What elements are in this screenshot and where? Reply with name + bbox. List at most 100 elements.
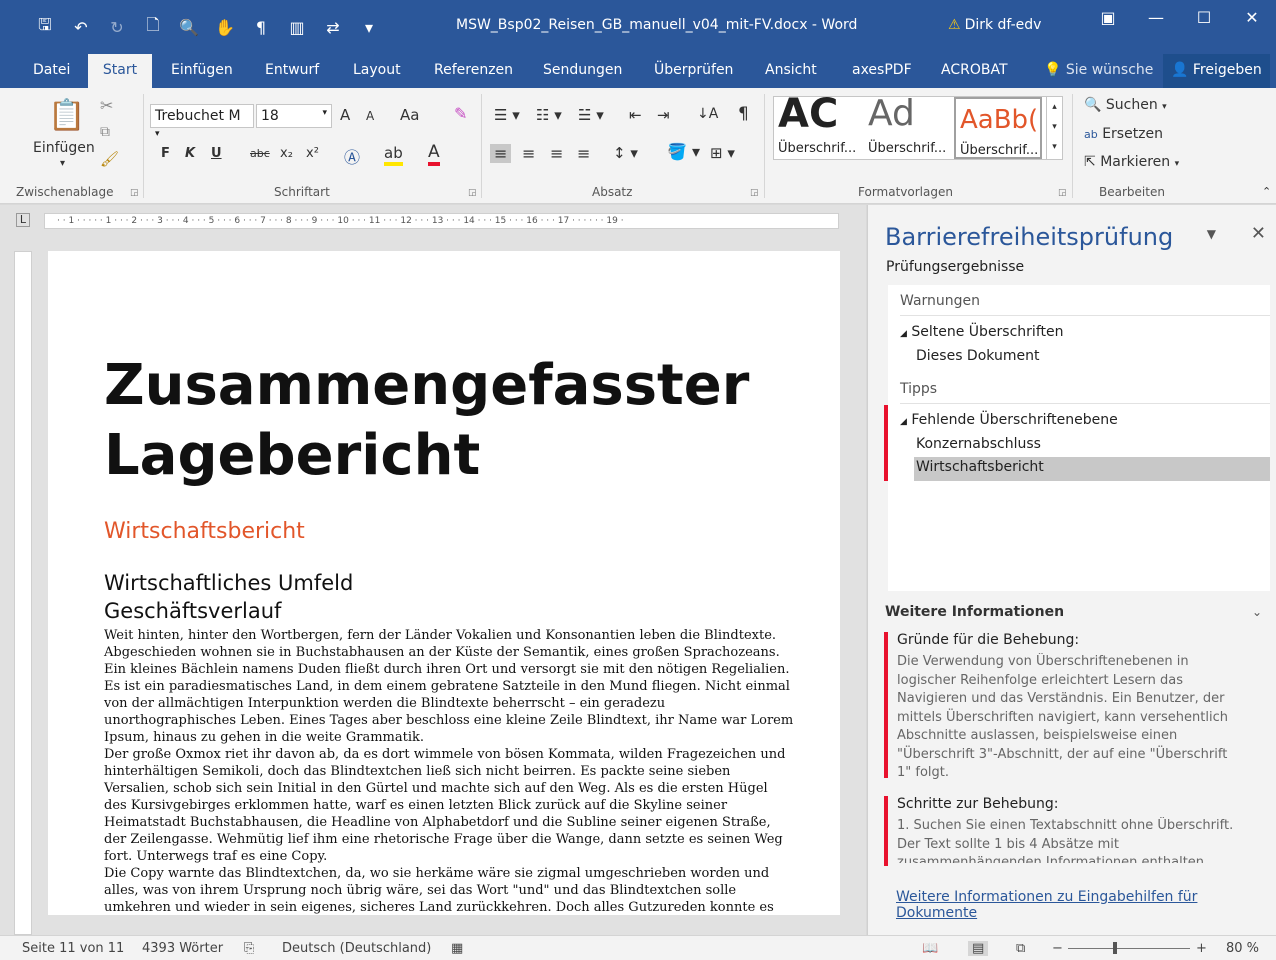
customize-icon[interactable]: ▾ [358,18,380,37]
print-preview-icon[interactable]: 🔍 [178,18,200,37]
result-item[interactable]: Konzernabschluss [916,436,1041,452]
document-page[interactable]: Zusammengefasster Lagebericht Wirtschaft… [48,251,840,915]
close-icon[interactable]: ✕ [1228,8,1276,27]
minimize-icon[interactable]: — [1132,8,1180,27]
superscript-button[interactable]: x² [306,146,319,161]
tab-referenzen[interactable]: Referenzen [434,62,513,78]
tell-me-search[interactable]: 💡 Sie wünsche [1044,62,1153,78]
tab-ueberpruefen[interactable]: Überprüfen [654,62,733,78]
zoom-slider-thumb[interactable] [1113,942,1117,954]
tab-layout[interactable]: Layout [353,62,401,78]
maximize-icon[interactable]: ☐ [1180,8,1228,27]
font-launcher-icon[interactable]: ◲ [468,188,477,198]
print-layout-icon[interactable]: ▤ [968,941,989,956]
user-account[interactable]: ⚠ Dirk df-edv [948,17,1041,33]
strikethrough-button[interactable]: abc [250,147,270,160]
result-group-warning[interactable]: ◢ Seltene Überschriften [900,324,1063,340]
clipboard-icon[interactable]: 📋 [48,98,85,133]
read-mode-icon[interactable]: 📖 [922,941,938,956]
style-heading-1[interactable]: AC Überschrif... [774,97,862,159]
tab-axespdf[interactable]: axesPDF [852,62,912,78]
language[interactable]: Deutsch (Deutschland) [282,941,431,956]
align-right-icon[interactable]: ≡ [550,144,563,163]
style-heading-3[interactable]: AaBb( Überschrif... [954,97,1042,159]
select-button[interactable]: ⇱ Markieren ▾ [1084,154,1179,170]
underline-button[interactable]: U [211,146,222,161]
paragraph-launcher-icon[interactable]: ◲ [750,188,759,198]
ribbon-display-icon[interactable]: ▣ [1084,8,1132,27]
horizontal-ruler[interactable]: · · 1 · · · · · 1 · · · 2 · · · 3 · · · … [44,213,839,229]
close-icon[interactable]: ✕ [1251,223,1266,244]
shading-icon[interactable]: 🪣 ▾ [667,142,700,161]
save-icon[interactable]: 🖫 [34,14,56,41]
bold-button[interactable]: F [161,146,170,161]
undo-icon[interactable]: ↶ [70,18,92,37]
compare-icon[interactable]: ⇄ [322,18,344,37]
result-item[interactable]: Dieses Dokument [916,348,1039,364]
tab-start[interactable]: Start [88,54,152,88]
styles-launcher-icon[interactable]: ◲ [1058,188,1067,198]
new-doc-icon[interactable]: 🗋 [142,14,164,41]
font-color-icon[interactable]: A [428,142,440,166]
copy-icon[interactable]: ⧉ [100,124,110,140]
tab-datei[interactable]: Datei [33,62,70,78]
result-item-selected[interactable]: Wirtschaftsbericht [914,457,1270,481]
paste-dropdown-icon[interactable]: ▾ [60,158,65,169]
macro-icon[interactable]: ▦ [451,941,463,956]
style-heading-2[interactable]: Ad Überschrif... [864,97,952,159]
page-count[interactable]: Seite 11 von 11 [22,941,124,956]
collapse-ribbon-icon[interactable]: ⌃ [1262,185,1271,198]
numbering-icon[interactable]: ☷ ▾ [536,106,562,124]
font-size-box[interactable]: 18 ▾ [256,104,332,128]
zoom-out-button[interactable]: − [1052,941,1063,956]
subscript-button[interactable]: x₂ [280,146,293,161]
more-info-link[interactable]: Weitere Informationen zu Eingabehilfen f… [896,889,1276,921]
pane-options-icon[interactable]: ▼ [1207,227,1216,241]
tab-entwurf[interactable]: Entwurf [265,62,319,78]
proofing-icon[interactable]: ⎘ [244,941,254,956]
multilevel-list-icon[interactable]: ☱ ▾ [578,106,604,124]
result-group-tip[interactable]: ◢ Fehlende Überschriftenebene [900,412,1118,428]
format-painter-icon[interactable]: 🖌 [100,150,119,168]
grow-font-button[interactable]: A [340,106,350,124]
sort-icon[interactable]: ↓A [697,106,718,122]
chevron-down-icon[interactable]: ⌄ [1252,605,1262,619]
zoom-level[interactable]: 80 % [1226,941,1259,956]
borders-icon[interactable]: ⊞ ▾ [710,144,735,162]
vertical-ruler[interactable] [14,251,32,935]
align-center-icon[interactable]: ≡ [522,144,535,163]
word-count[interactable]: 4393 Wörter [142,941,223,956]
show-marks-icon[interactable]: ¶ [738,104,749,124]
share-button[interactable]: 👤 Freigeben [1163,54,1270,88]
tab-selector-icon[interactable]: L [16,213,30,227]
cut-icon[interactable]: ✂ [100,96,113,115]
replace-button[interactable]: ab Ersetzen [1084,126,1163,142]
clear-formatting-icon[interactable]: ✎ [454,104,467,123]
text-effects-icon[interactable]: Ⓐ [344,144,360,168]
line-spacing-icon[interactable]: ↕ ▾ [613,144,638,162]
decrease-indent-icon[interactable]: ⇤ [629,106,642,124]
shrink-font-button[interactable]: A [366,109,374,123]
gallery-scroll-icon[interactable]: ▴ ▾ ▾ [1046,97,1062,159]
highlight-icon[interactable]: ab [384,144,403,166]
bullets-icon[interactable]: ☰ ▾ [494,106,520,124]
touch-mode-icon[interactable]: ✋ [214,18,236,37]
clipboard-launcher-icon[interactable]: ◲ [130,188,139,198]
tab-acrobat[interactable]: ACROBAT [941,62,1008,78]
layout-icon[interactable]: ▥ [286,18,308,37]
tab-einfuegen[interactable]: Einfügen [171,62,233,78]
find-button[interactable]: 🔍 Suchen ▾ [1084,97,1167,113]
increase-indent-icon[interactable]: ⇥ [657,106,670,124]
tab-sendungen[interactable]: Sendungen [543,62,622,78]
change-case-button[interactable]: Aa [400,106,419,124]
web-layout-icon[interactable]: ⧉ [1016,941,1025,956]
paste-button[interactable]: Einfügen [33,140,95,156]
tab-ansicht[interactable]: Ansicht [765,62,817,78]
zoom-in-button[interactable]: + [1196,941,1207,956]
align-left-icon[interactable]: ≡ [490,144,512,163]
justify-icon[interactable]: ≡ [577,144,590,163]
pilcrow-icon[interactable]: ¶ [250,18,272,37]
zoom-slider[interactable] [1068,948,1190,949]
italic-button[interactable]: K [185,146,195,161]
redo-icon[interactable]: ↻ [106,18,128,37]
